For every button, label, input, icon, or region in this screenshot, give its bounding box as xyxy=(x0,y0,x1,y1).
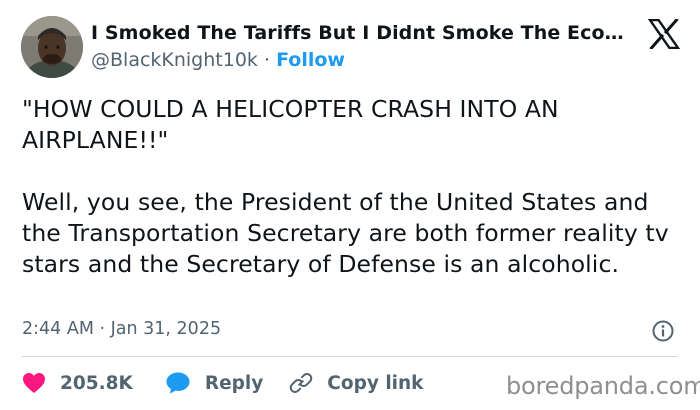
reply-label: Reply xyxy=(204,372,264,394)
watermark: boredpanda.com xyxy=(506,372,700,400)
tweet-paragraph: Well, you see, the President of the Unit… xyxy=(22,188,669,278)
heart-icon xyxy=(23,373,45,393)
like-count: 205.8K xyxy=(60,372,133,394)
tweet-card: I Smoked The Tariffs But I Didnt Smoke T… xyxy=(0,0,700,410)
tweet-paragraph: "HOW COULD A HELICOPTER CRASH INTO AN AI… xyxy=(22,95,559,154)
link-icon xyxy=(290,373,313,393)
handle-separator: · xyxy=(263,49,271,71)
tweet-timestamp[interactable]: 2:44 AM · Jan 31, 2025 xyxy=(22,317,221,341)
like-button[interactable]: 205.8K xyxy=(22,372,133,394)
copy-link-label: Copy link xyxy=(327,372,424,394)
x-logo-icon[interactable] xyxy=(648,19,680,49)
follow-button[interactable]: Follow xyxy=(276,49,345,71)
reply-bubble-icon xyxy=(166,372,190,394)
copy-link-button[interactable]: Copy link xyxy=(289,371,423,395)
reply-button[interactable]: Reply xyxy=(165,371,263,395)
action-bar: 205.8K Reply Copy link xyxy=(22,368,423,398)
author-handle-row: @BlackKnight10k · Follow xyxy=(91,47,345,73)
info-icon[interactable] xyxy=(651,319,675,343)
author-handle[interactable]: @BlackKnight10k xyxy=(91,49,258,71)
tweet-text: "HOW COULD A HELICOPTER CRASH INTO AN AI… xyxy=(22,94,682,280)
profile-photo-icon xyxy=(21,16,83,78)
avatar[interactable] xyxy=(21,16,83,78)
author-display-name[interactable]: I Smoked The Tariffs But I Didnt Smoke T… xyxy=(91,20,636,46)
divider xyxy=(22,356,678,357)
